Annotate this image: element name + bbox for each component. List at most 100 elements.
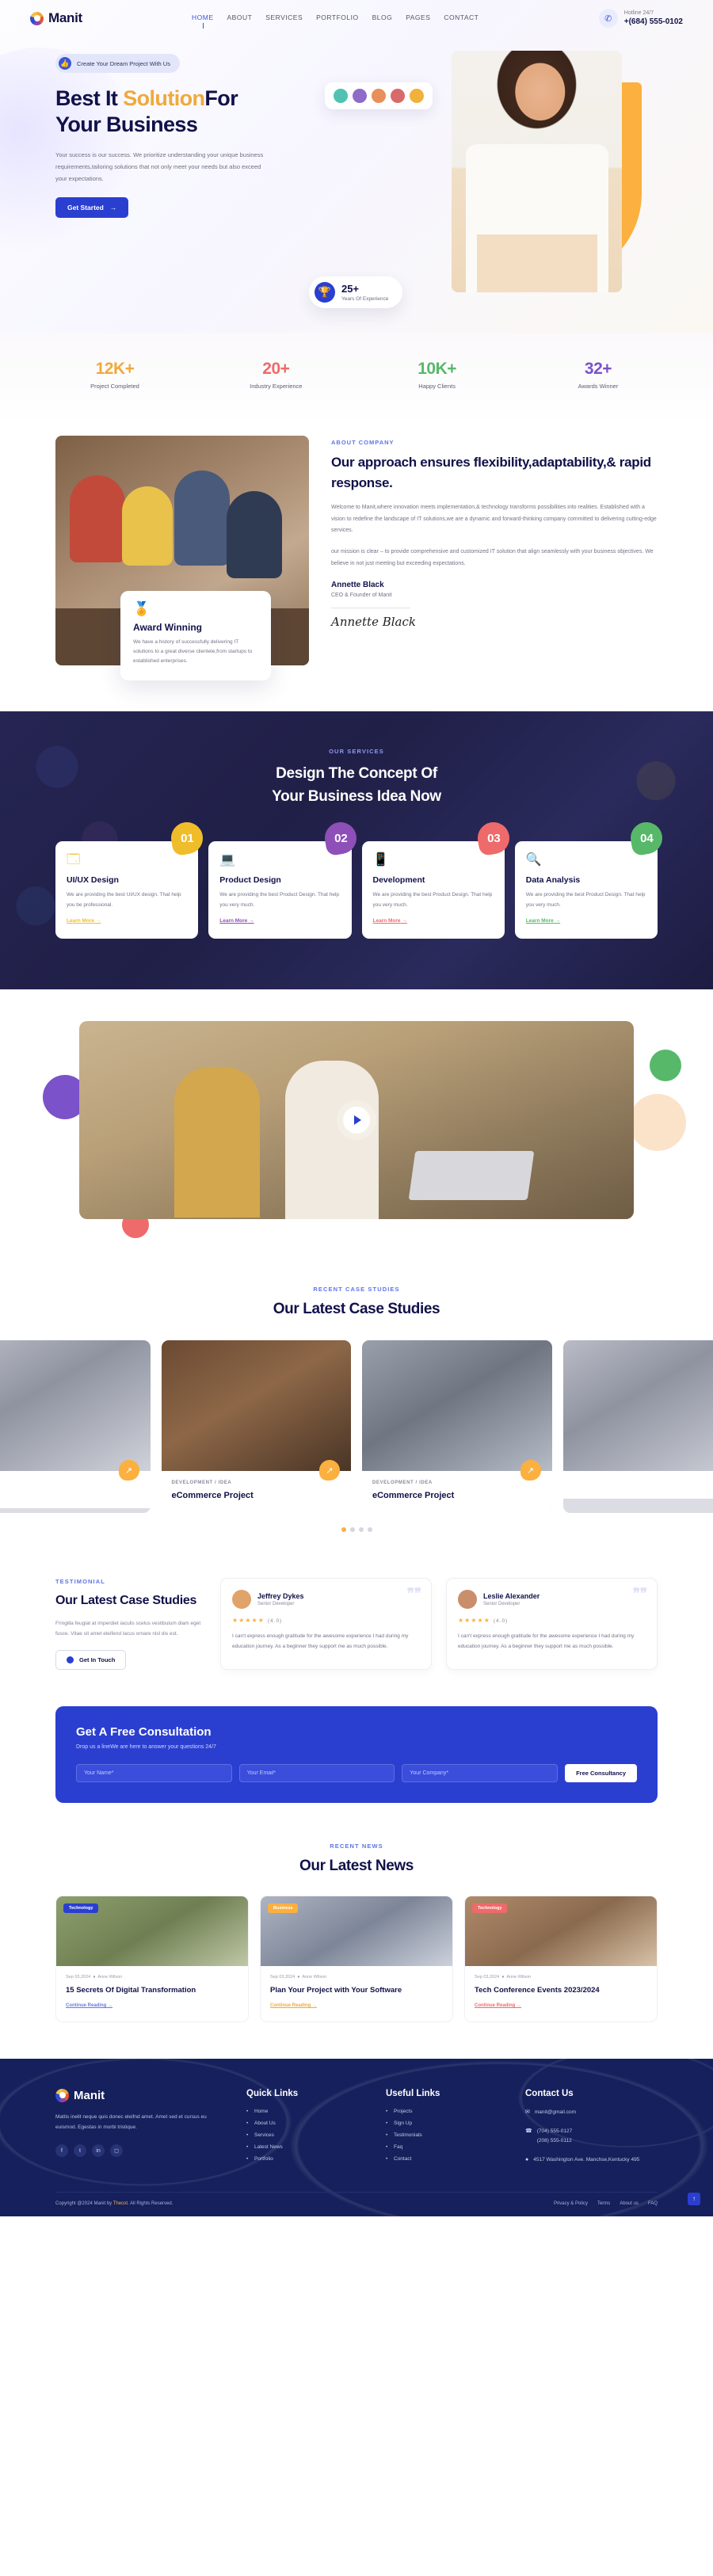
service-learn-more-link[interactable]: Learn More → [373,918,407,924]
footer-link[interactable]: Latest News [246,2144,365,2150]
free-consultancy-button[interactable]: Free Consultancy [565,1763,637,1782]
contact-email-text: manit@gmail.com [534,2109,576,2115]
instagram-icon[interactable]: ◻ [110,2144,123,2158]
services-heading-line1: Design The Concept Of [276,765,437,782]
arrow-up-right-icon[interactable]: ↗ [118,1460,139,1481]
service-text: We are providing the best Product Design… [219,892,340,908]
hotline-number[interactable]: +(684) 555-0102 [624,17,683,26]
hero-visual: 🏆 25+ Years Of Experience [309,51,665,333]
nav-item-blog[interactable]: BLOG [372,13,393,23]
footer-link[interactable]: About Us [246,2121,365,2126]
nav-item-about[interactable]: ABOUT [227,13,253,23]
stat-item: 32+ Awards Winner [539,360,658,390]
continue-reading-link[interactable]: Continue Reading → [475,2003,521,2008]
award-card: 🏅 Award Winning We have a history of suc… [120,591,271,681]
arrow-up-right-icon[interactable]: ↗ [319,1460,340,1481]
footer-brand-name: Manit [74,2088,105,2102]
case-study-card[interactable] [562,1340,713,1514]
play-button-icon[interactable] [343,1107,370,1134]
news-card[interactable]: Technology Sep 03,2024 ● Anne Wilson 15 … [55,1895,249,2022]
footer-link[interactable]: Contact [386,2156,505,2162]
continue-reading-link[interactable]: Continue Reading → [270,2003,317,2008]
company-input[interactable] [402,1763,559,1782]
footer-link[interactable]: Faq [386,2144,505,2150]
footer-bottom-link[interactable]: Privacy & Policy [554,2201,588,2206]
service-number: 04 [639,831,654,845]
service-card[interactable]: 04 🔍 Data Analysis We are providing the … [514,819,665,939]
news-title: Tech Conference Events 2023/2024 [475,1985,600,1995]
service-card[interactable]: 02 💻 Product Design We are providing the… [208,819,359,939]
case-studies-heading: Our Latest Case Studies [273,1301,440,1318]
stat-item: 10K+ Happy Clients [378,360,497,390]
service-title: UI/UX Design [67,875,119,885]
stat-value: 10K+ [418,360,457,378]
twitter-icon[interactable]: t [74,2144,86,2158]
service-learn-more-link[interactable]: Learn More → [526,918,560,924]
hotline[interactable]: ✆ Hotline 24/7 +(684) 555-0102 [598,9,683,28]
get-started-button[interactable]: Get Started → [55,196,129,218]
nav-item-services[interactable]: SERVICES [265,13,303,23]
carousel-dot[interactable] [341,1527,346,1533]
nav-item-home[interactable]: HOME [192,13,214,29]
mail-icon: ✉ [525,2109,530,2115]
carousel-dot[interactable] [367,1527,372,1533]
nav-item-portfolio[interactable]: PORTFOLIO [316,13,358,23]
carousel-dot[interactable] [358,1527,364,1533]
get-in-touch-button[interactable]: Get In Touch [55,1649,127,1670]
name-input[interactable] [76,1763,232,1782]
case-study-card[interactable]: ↗ ject [0,1340,151,1514]
footer-logo[interactable]: Manit [55,2088,226,2102]
news-card[interactable]: Business Sep 03,2024 ● Anne Wilson Plan … [260,1895,453,2022]
footer-link[interactable]: Testimonials [386,2132,505,2138]
case-study-card[interactable]: ↗ DEVELOPMENT / IDEA eCommerce Project [161,1340,351,1514]
arrow-up-right-icon[interactable]: ↗ [520,1460,541,1481]
brand-logo[interactable]: Manit [30,10,181,26]
footer-link[interactable]: Sign Up [386,2121,505,2126]
service-learn-more-link[interactable]: Learn More → [219,918,254,924]
contact-email[interactable]: ✉ manit@gmail.com [525,2108,658,2118]
footer-bottom-bar: Copyright @2024 Manit by Thecot. All Rig… [55,2191,658,2216]
contact-phone[interactable]: ☎ (704) 555-0127 (208) 555-0112 [525,2127,658,2145]
footer-bottom-link[interactable]: About us [620,2201,639,2206]
quote-icon: ❞❞ [632,1586,647,1602]
linkedin-icon[interactable]: in [92,2144,105,2158]
about-paragraph-2: our mission is clear – to provide compre… [331,549,654,566]
service-card[interactable]: 01 🗔 UI/UX Design We are providing the b… [55,819,206,939]
continue-reading-link[interactable]: Continue Reading → [66,2003,112,2008]
about-eyebrow: ABOUT COMPANY [331,439,395,446]
service-number-badge: 02 [322,819,359,857]
news-grid: Technology Sep 03,2024 ● Anne Wilson 15 … [55,1895,658,2022]
about-paragraph-1: Welcome to Manit,where innovation meets … [331,505,657,534]
footer-link[interactable]: Home [246,2109,365,2114]
signature-image: Annette Black [331,615,416,630]
service-number: 02 [334,831,347,845]
news-card[interactable]: Technology Sep 03,2024 ● Anne Wilson Tec… [464,1895,658,2022]
nav-item-contact[interactable]: CONTACT [444,13,479,23]
back-to-top-button[interactable]: ↑ [688,2192,700,2205]
footer-link[interactable]: Portfolio [246,2156,365,2162]
main-nav: HOME ABOUT SERVICES PORTFOLIO BLOG PAGES… [181,13,599,29]
footer-quick-links-title: Quick Links [246,2088,299,2098]
rating-value: (4.0) [493,1618,509,1625]
service-card[interactable]: 03 📱 Development We are providing the be… [361,819,512,939]
nav-item-pages[interactable]: PAGES [406,13,430,23]
case-study-image [161,1340,351,1472]
footer-link[interactable]: Projects [386,2109,505,2114]
map-pin-icon: ● [525,2156,529,2163]
service-title: Product Design [219,875,281,885]
carousel-dots [0,1527,713,1533]
footer-bottom-link[interactable]: Terms [597,2201,610,2206]
stat-label: Industry Experience [250,383,303,390]
facebook-icon[interactable]: f [55,2144,68,2158]
stat-label: Happy Clients [418,383,456,390]
footer-bottom-link[interactable]: FAQ [648,2201,658,2206]
footer-link[interactable]: Services [246,2132,365,2138]
brand-name: Manit [48,10,82,25]
case-study-card[interactable]: ↗ DEVELOPMENT / IDEA eCommerce Project [362,1340,552,1514]
about-person-name: Annette Black [331,581,384,590]
email-input[interactable] [238,1763,395,1782]
carousel-dot[interactable] [349,1527,355,1533]
service-learn-more-link[interactable]: Learn More → [67,918,101,924]
news-meta: Sep 03,2024 ● Anne Wilson [66,1974,123,1980]
news-section: RECENT NEWS Our Latest News Technology S… [55,1835,658,2059]
